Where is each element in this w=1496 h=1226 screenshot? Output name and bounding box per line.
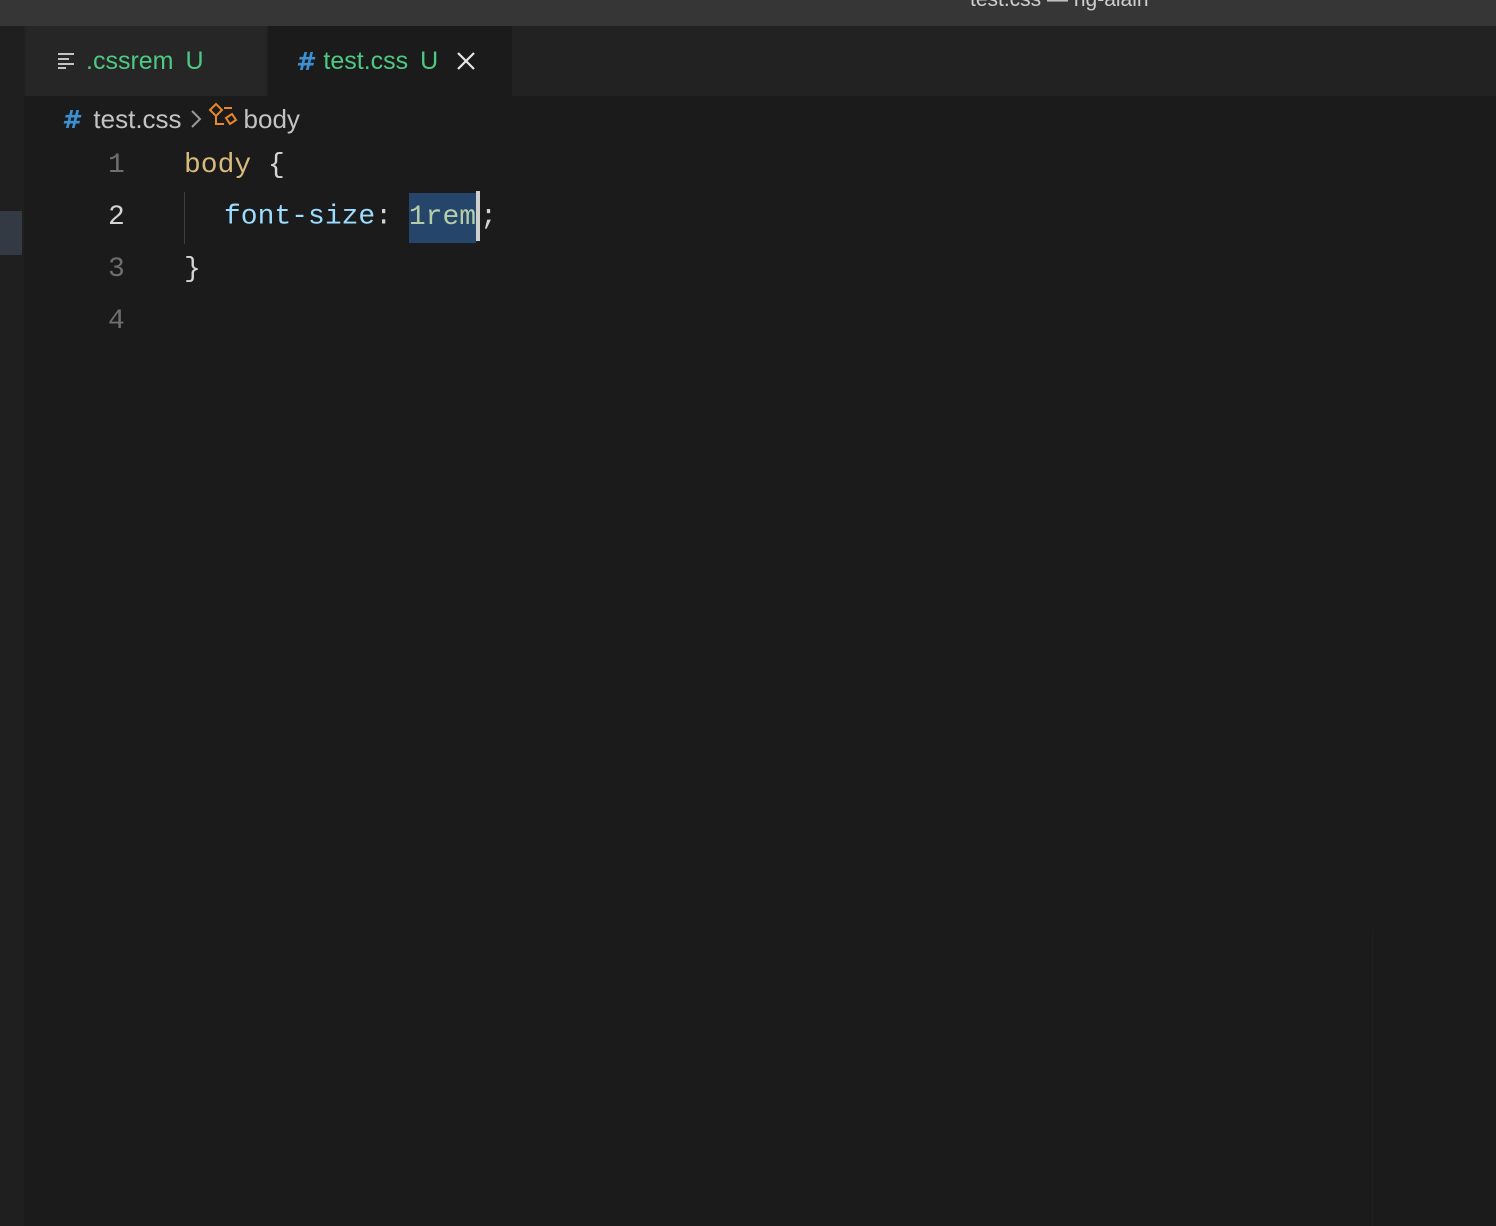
close-icon[interactable]	[456, 51, 476, 71]
list-icon	[58, 47, 76, 76]
colon: :	[375, 201, 409, 233]
code-line[interactable]: 4	[24, 295, 1424, 347]
tab-cssrem[interactable]: .cssrem U	[26, 26, 266, 96]
line-number: 3	[108, 253, 125, 285]
title-bar: test.css — ng-alain	[0, 0, 1496, 26]
tab-label: .cssrem	[86, 46, 174, 75]
activity-active-marker	[0, 211, 22, 255]
css-hash-icon: #	[62, 104, 80, 134]
chevron-right-icon	[190, 109, 202, 129]
selected-value: 1rem	[408, 192, 477, 243]
breadcrumb-file[interactable]: test.css	[93, 104, 181, 135]
activity-bar-edge	[0, 26, 24, 1226]
open-brace: {	[251, 149, 285, 181]
css-property: font-size	[224, 201, 376, 233]
close-brace: }	[184, 253, 201, 285]
untracked-badge: U	[185, 46, 204, 75]
breadcrumb-symbol[interactable]: body	[244, 104, 300, 135]
css-selector: body	[184, 149, 252, 181]
code-line-active[interactable]: 2 font-size: 1rem;	[24, 191, 1424, 243]
tab-label: test.css	[323, 46, 409, 75]
selector-symbol-icon	[208, 102, 238, 137]
code-editor[interactable]: 1 body { 2 font-size: 1rem; 3 } 4	[24, 138, 1496, 1226]
line-number: 1	[108, 149, 125, 181]
line-number: 2	[108, 201, 125, 233]
code-text: font-size: 1rem;	[224, 191, 497, 243]
window-title: test.css — ng-alain	[970, 0, 1149, 12]
semicolon: ;	[480, 201, 497, 233]
code-line[interactable]: 1 body {	[24, 139, 1424, 191]
css-hash-icon: #	[296, 46, 314, 76]
line-number: 4	[108, 305, 125, 337]
tab-bar: .cssrem U # test.css U	[24, 26, 1496, 96]
code-line[interactable]: 3 }	[24, 243, 1424, 295]
tab-test-css[interactable]: # test.css U	[268, 26, 512, 96]
untracked-badge: U	[420, 46, 439, 75]
minimap-edge	[1372, 930, 1373, 1226]
code-text: }	[184, 254, 201, 285]
breadcrumb: # test.css body	[62, 100, 300, 138]
code-text: body {	[184, 150, 285, 181]
